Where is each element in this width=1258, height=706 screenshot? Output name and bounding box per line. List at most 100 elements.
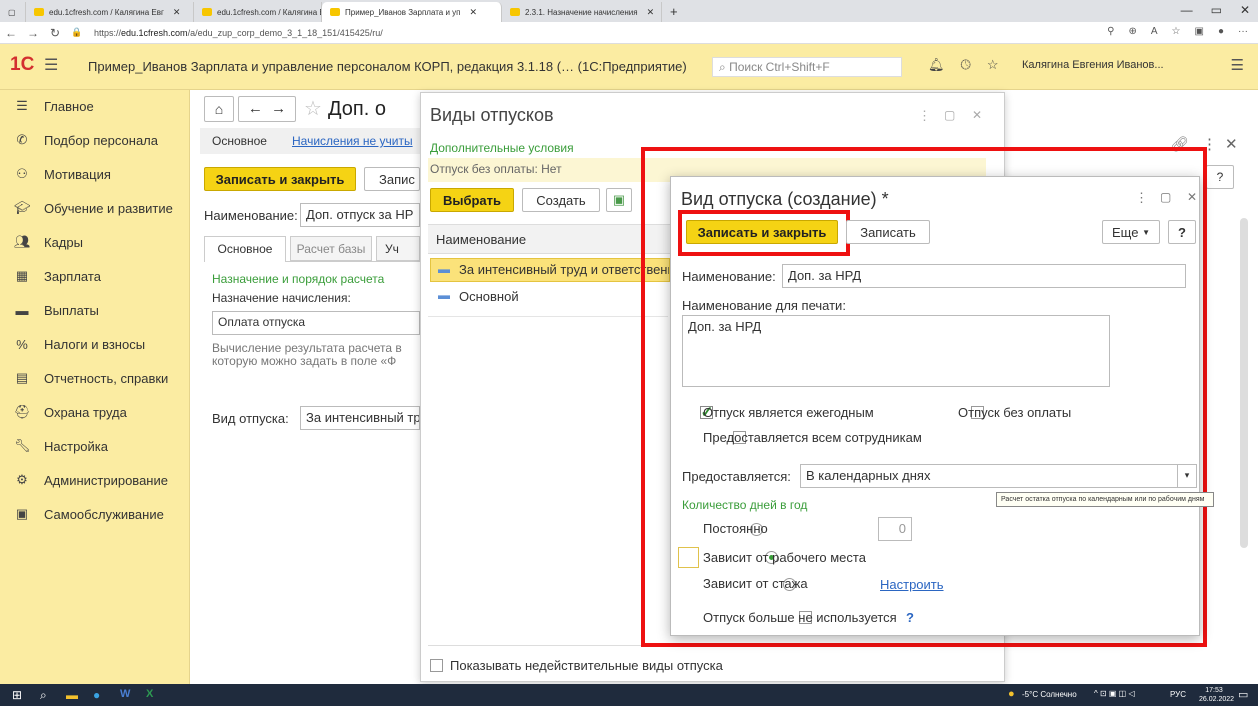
favorite-star-icon[interactable]: ☆ <box>304 96 322 121</box>
save-button[interactable]: Записать <box>846 220 930 244</box>
dialog-close-icon[interactable]: ✕ <box>1187 190 1197 204</box>
tab-accruals[interactable]: Начисления не учиты <box>292 134 413 148</box>
search-input[interactable]: ⌕ Поиск Ctrl+Shift+F <box>712 57 902 77</box>
close-icon[interactable]: ✕ <box>647 7 655 18</box>
configure-link[interactable]: Настроить <box>880 577 944 592</box>
sidebar-item-recruiting[interactable]: ✆ Подбор персонала <box>14 130 158 150</box>
language-indicator[interactable]: РУС <box>1170 690 1186 699</box>
vacation-type-field[interactable]: За интенсивный тр <box>300 406 420 430</box>
sidebar-item-payments[interactable]: ▬ Выплаты <box>14 300 99 320</box>
subtab-main[interactable]: Основное <box>204 236 286 262</box>
select-button[interactable]: Выбрать <box>430 188 514 212</box>
sidebar-item-safety[interactable]: ⛑︎ Охрана труда <box>14 402 127 422</box>
copy-button[interactable]: ▣ <box>606 188 632 212</box>
close-window-icon[interactable]: ✕ <box>1240 3 1250 17</box>
browser-tab-1[interactable]: edu.1cfresh.com / Калягина Евг ✕ <box>26 2 194 22</box>
url-field[interactable]: https://edu.1cfresh.com/a/edu_zup_corp_d… <box>94 28 383 38</box>
bg-help-button[interactable]: ? <box>1206 165 1234 189</box>
row-label[interactable]: Основной <box>459 289 519 304</box>
browser-tab-4[interactable]: 2.3.1. Назначение начисления ✕ <box>502 2 662 22</box>
taskbar-search-icon[interactable]: ⌕ <box>40 688 47 703</box>
constant-days-field[interactable]: 0 <box>878 517 912 541</box>
close-icon[interactable]: ✕ <box>470 7 478 18</box>
tray-icons[interactable]: ^ ⊡ ▣ ◫ ◁ <box>1094 689 1135 698</box>
tab-actions-icon[interactable]: ▢ <box>0 2 26 22</box>
back-icon[interactable]: ← <box>0 26 22 40</box>
vwin-close-icon[interactable]: ✕ <box>972 108 982 122</box>
extra-conditions-link[interactable]: Дополнительные условия <box>430 141 574 155</box>
create-button[interactable]: Создать <box>522 188 600 212</box>
new-tab-icon[interactable]: + <box>662 4 686 19</box>
save-close-button[interactable]: Записать и закрыть <box>686 220 838 244</box>
purpose-field[interactable]: Оплата отпуска <box>212 311 420 335</box>
dialog-title: Вид отпуска (создание) * <box>681 189 889 209</box>
forward-icon[interactable]: → <box>22 26 44 40</box>
help-button[interactable]: ? <box>1168 220 1196 244</box>
dialog-maximize-icon[interactable]: ▢ <box>1160 190 1171 204</box>
excel-icon[interactable]: X <box>146 688 153 700</box>
minimize-icon[interactable]: — <box>1181 3 1193 17</box>
sidebar-item-motivation[interactable]: ⚇ Мотивация <box>14 164 111 184</box>
menu-icon[interactable]: ☰ <box>44 55 58 75</box>
user-name[interactable]: Калягина Евгения Иванов... <box>1022 59 1164 71</box>
sidebar-item-selfservice[interactable]: ▣ Самообслуживание <box>14 504 164 524</box>
windows-start-icon[interactable]: ⊞ <box>12 688 22 702</box>
scrollbar[interactable] <box>1240 218 1248 548</box>
sidebar-item-settings[interactable]: 🔧︎ Настройка <box>14 436 108 456</box>
not-used-help-icon[interactable]: ? <box>906 610 914 625</box>
weather-text[interactable]: -5°C Солнечно <box>1022 690 1077 699</box>
close-form-icon[interactable]: ✕ <box>1225 135 1238 153</box>
col-name-header[interactable]: Наименование <box>436 232 526 247</box>
provided-label: Предоставляется: <box>682 469 791 484</box>
word-icon[interactable]: W <box>120 688 130 700</box>
tab-main[interactable]: Основное <box>212 134 267 148</box>
nav-back-forward[interactable]: ← → <box>238 96 296 122</box>
close-icon[interactable]: ✕ <box>173 7 181 18</box>
favorites-icon[interactable]: ☆ <box>1172 26 1181 37</box>
bell-icon[interactable]: 🔔︎ <box>928 57 945 73</box>
collections-icon[interactable]: ▣ <box>1195 26 1204 37</box>
sidebar-item-admin[interactable]: ⚙︎ Администрирование <box>14 470 168 490</box>
bg-save-close-button[interactable]: Записать и закрыть <box>204 167 356 191</box>
profile-icon[interactable]: ● <box>1218 26 1224 37</box>
browser-tab-3[interactable]: Пример_Иванов Зарплата и уп ✕ <box>322 2 502 22</box>
sidebar-item-reports[interactable]: ▤ Отчетность, справки <box>14 368 168 388</box>
vwin-maximize-icon[interactable]: ▢ <box>944 108 955 122</box>
file-explorer-icon[interactable]: ▬ <box>66 688 78 702</box>
staff-icon: 👥︎ <box>14 234 31 249</box>
sidebar-item-main[interactable]: ☰ Главное <box>14 96 94 116</box>
provided-select[interactable]: В календарных днях <box>800 464 1178 488</box>
subtab-base[interactable]: Расчет базы <box>290 236 372 261</box>
history-icon[interactable]: 🕓︎ <box>961 57 971 73</box>
star-icon[interactable]: ☆ <box>987 57 999 73</box>
zoom-icon[interactable]: ⊕ <box>1128 26 1136 37</box>
settings-menu-icon[interactable]: ☰ <box>1231 56 1244 74</box>
bg-save-button[interactable]: Запис <box>364 167 420 191</box>
arrow-right-icon[interactable]: → <box>271 100 286 117</box>
subtab-accounting[interactable]: Уч <box>376 236 420 261</box>
read-aloud-icon[interactable]: A <box>1151 26 1158 37</box>
key-icon[interactable]: ⚲ <box>1107 26 1114 37</box>
sidebar-item-training[interactable]: 🎓︎ Обучение и развитие <box>14 198 173 218</box>
print-name-field[interactable]: Доп. за НРД <box>682 315 1110 387</box>
vwin-more-icon[interactable]: ⋮ <box>918 108 931 124</box>
name-field[interactable]: Доп. за НРД <box>782 264 1186 288</box>
sidebar-item-salary[interactable]: ▦ Зарплата <box>14 266 101 286</box>
restore-icon[interactable]: ▭ <box>1211 3 1222 17</box>
edge-browser-icon[interactable]: ● <box>93 688 100 702</box>
home-button[interactable]: ⌂ <box>204 96 234 122</box>
more-icon[interactable]: ··· <box>1238 26 1248 37</box>
bg-name-field[interactable]: Доп. отпуск за НР <box>300 203 420 227</box>
dialog-more-icon[interactable]: ⋮ <box>1135 190 1148 206</box>
refresh-icon[interactable]: ↻ <box>44 26 66 40</box>
dropdown-arrow-icon[interactable]: ▾ <box>1177 464 1197 488</box>
sidebar-item-hr[interactable]: 👥︎ Кадры <box>14 232 83 252</box>
notifications-icon[interactable]: ▭ <box>1238 688 1248 701</box>
people-icon: ⚇ <box>16 166 28 181</box>
more-button[interactable]: Еще ▼ <box>1102 220 1160 244</box>
sidebar-item-taxes[interactable]: % Налоги и взносы <box>14 334 145 354</box>
show-invalid-checkbox[interactable] <box>430 659 443 672</box>
clock[interactable]: 17:53 26.02.2022 <box>1199 686 1234 704</box>
arrow-left-icon[interactable]: ← <box>248 100 263 117</box>
browser-tab-2[interactable]: edu.1cfresh.com / Калягина Евг✕ <box>194 2 322 22</box>
